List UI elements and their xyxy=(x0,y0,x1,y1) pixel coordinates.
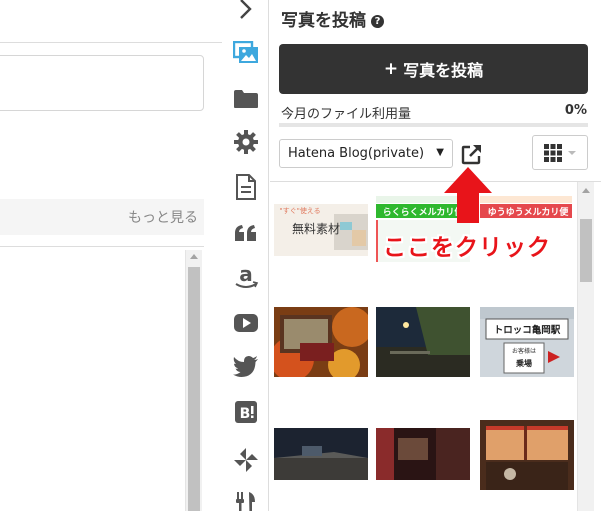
folder-icon xyxy=(233,90,258,108)
sidebar-item-quote[interactable] xyxy=(222,218,269,248)
thumbnail-image: トロッコ亀岡駅 お客様は 乗場 xyxy=(480,307,574,377)
photo-thumbnail[interactable]: "すぐ"使える 無料素材 xyxy=(274,204,368,256)
post-photo-button[interactable]: + 写真を投稿 xyxy=(279,44,588,94)
sidebar-item-photos[interactable] xyxy=(222,38,269,68)
editor-scrollbar[interactable] xyxy=(185,250,202,511)
blog-select[interactable]: Hatena Blog(private) ▼ xyxy=(279,139,453,168)
sidebar-item-youtube[interactable] xyxy=(222,308,269,338)
thumbnail-image xyxy=(376,428,470,480)
open-external-button[interactable] xyxy=(460,142,484,166)
sidebar-item-amazon[interactable]: a xyxy=(222,262,269,292)
twitter-icon xyxy=(232,356,258,377)
post-photo-label: 写真を投稿 xyxy=(403,61,484,80)
thumbnail-image xyxy=(270,307,372,381)
more-link[interactable]: もっと見る xyxy=(128,207,198,227)
thumbnail-image: ゆうゆうメルカリ便 xyxy=(480,196,572,220)
svg-text:a: a xyxy=(239,264,253,286)
chevron-right-icon xyxy=(239,0,252,19)
sidebar-item-settings[interactable] xyxy=(222,127,269,157)
title-input[interactable] xyxy=(0,55,204,111)
external-link-icon xyxy=(461,145,481,165)
youtube-icon xyxy=(233,314,258,332)
blog-select-value: Hatena Blog(private) xyxy=(288,146,425,161)
scroll-up-arrow[interactable] xyxy=(582,188,590,193)
photo-thumbnail[interactable] xyxy=(270,307,372,381)
panel-title: 写真を投稿? xyxy=(281,6,384,31)
scroll-thumb[interactable] xyxy=(188,267,200,511)
sidebar-item-document[interactable] xyxy=(222,172,269,202)
sidebar-item-twitter[interactable] xyxy=(222,352,269,382)
thumbnail-image xyxy=(274,428,368,480)
dropdown-arrow-icon xyxy=(568,150,576,155)
fork-knife-icon xyxy=(235,492,255,511)
quote-icon xyxy=(234,225,256,241)
grid-icon xyxy=(544,143,562,162)
red-arrow-annotation-icon xyxy=(444,167,492,223)
sidebar-item-hatena-bookmark[interactable]: B xyxy=(222,397,269,427)
document-icon xyxy=(235,174,256,200)
pinwheel-icon xyxy=(233,448,258,472)
editor-area: もっと見る xyxy=(0,0,222,511)
photo-icon xyxy=(232,41,258,63)
photo-thumbnail[interactable] xyxy=(274,428,368,480)
thumbnail-caption: "すぐ"使える xyxy=(279,206,320,215)
thumbnail-sub2: 乗場 xyxy=(516,358,532,368)
gear-icon xyxy=(233,130,258,154)
sidebar-item-folder[interactable] xyxy=(222,84,269,114)
sidebar-item-pinwheel[interactable] xyxy=(222,445,269,475)
thumbnail-sub: お客様は xyxy=(512,347,536,355)
gallery-scrollbar[interactable] xyxy=(577,182,594,511)
photo-thumbnail[interactable] xyxy=(480,420,574,490)
thumbnail-image xyxy=(480,420,574,490)
scroll-thumb[interactable] xyxy=(580,219,592,282)
photo-thumbnail[interactable]: トロッコ亀岡駅 お客様は 乗場 xyxy=(480,307,574,377)
more-bar: もっと見る xyxy=(0,199,204,235)
editor-content[interactable] xyxy=(0,246,204,511)
hatena-bookmark-icon: B xyxy=(234,401,257,423)
editor-divider xyxy=(0,42,222,43)
collapse-button[interactable] xyxy=(222,0,269,24)
panel-title-text: 写真を投稿 xyxy=(281,11,366,31)
view-mode-button[interactable] xyxy=(532,135,588,170)
photo-thumbnail[interactable] xyxy=(376,428,470,480)
usage-label: 今月のファイル利用量 xyxy=(281,107,412,122)
thumbnail-image: "すぐ"使える 無料素材 xyxy=(274,204,368,256)
svg-text:B: B xyxy=(239,406,250,422)
scroll-up-arrow[interactable] xyxy=(190,254,198,259)
photo-thumbnail[interactable]: ゆうゆうメルカリ便 xyxy=(480,196,572,220)
plus-icon: + xyxy=(383,59,399,79)
thumbnail-caption: トロッコ亀岡駅 xyxy=(494,324,561,336)
thumbnail-image xyxy=(376,307,470,377)
sidebar-icon-bar: a B xyxy=(222,0,269,511)
thumbnail-title: 無料素材 xyxy=(292,221,340,236)
usage-bar xyxy=(279,123,588,127)
thumbnail-caption: ゆうゆうメルカリ便 xyxy=(488,206,570,218)
help-icon[interactable]: ? xyxy=(371,15,384,28)
sidebar-item-restaurant[interactable] xyxy=(222,489,269,511)
photo-thumbnail[interactable] xyxy=(376,307,470,377)
annotation-text: ここをクリック xyxy=(383,235,551,261)
caret-down-icon: ▼ xyxy=(436,147,444,158)
usage-percent: 0% xyxy=(564,103,587,118)
amazon-icon: a xyxy=(234,264,258,288)
